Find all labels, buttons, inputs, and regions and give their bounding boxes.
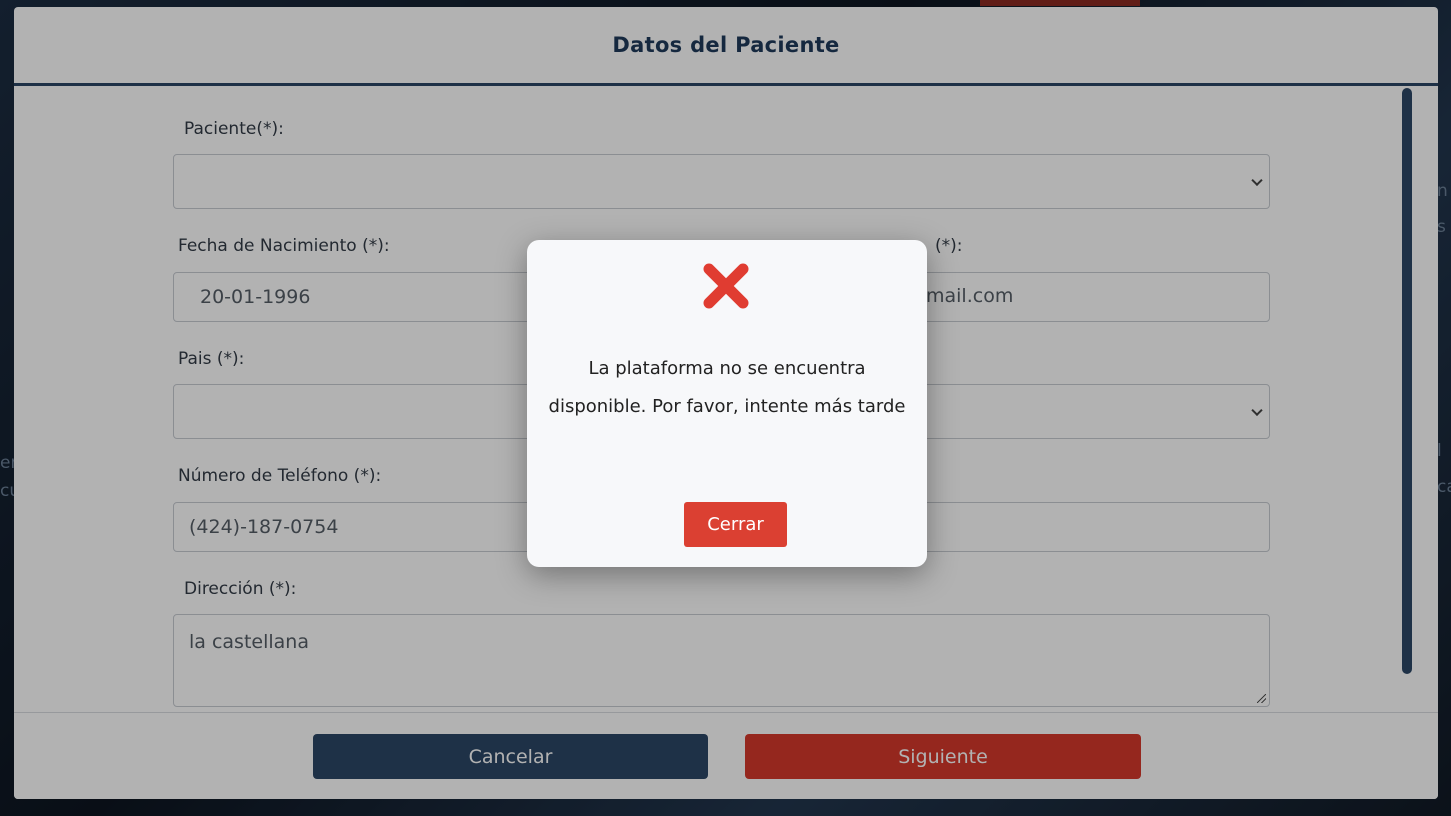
alert-message: La plataforma no se encuentra disponible… [548, 358, 906, 417]
close-alert-button[interactable]: Cerrar [684, 502, 787, 547]
error-alert-dialog: La plataforma no se encuentra disponible… [527, 240, 927, 567]
error-x-icon [703, 263, 749, 309]
